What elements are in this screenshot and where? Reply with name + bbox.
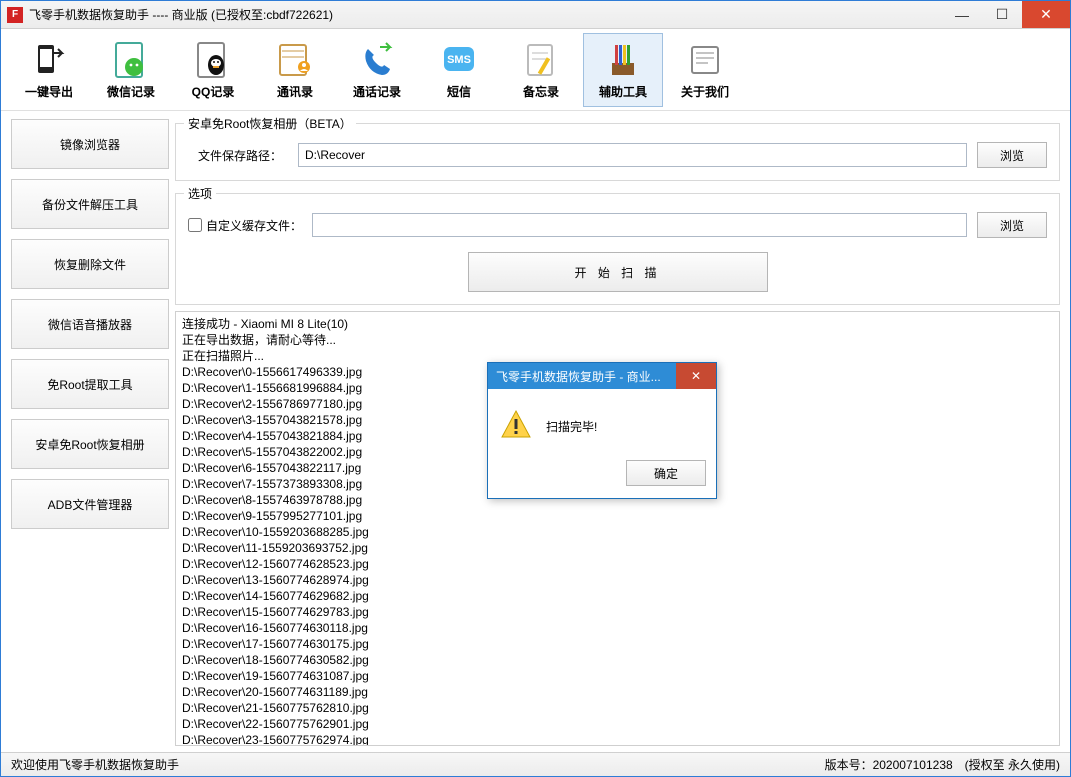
- tool-about-icon: [684, 39, 726, 81]
- tool-contacts[interactable]: 通讯录: [255, 33, 335, 107]
- sidebar-item-3[interactable]: 微信语音播放器: [11, 299, 169, 349]
- group-options: 选项 自定义缓存文件： 浏览 开 始 扫 描: [175, 193, 1060, 305]
- tool-label: 一键导出: [25, 83, 73, 100]
- maximize-button[interactable]: ☐: [982, 1, 1022, 28]
- tool-memo-icon: [520, 39, 562, 81]
- tool-qq[interactable]: QQ记录: [173, 33, 253, 107]
- group-recover-album: 安卓免Root恢复相册（BETA） 文件保存路径： 浏览: [175, 123, 1060, 181]
- tool-qq-icon: [192, 39, 234, 81]
- tool-wechat[interactable]: 微信记录: [91, 33, 171, 107]
- sidebar: 镜像浏览器备份文件解压工具恢复删除文件微信语音播放器免Root提取工具安卓免Ro…: [11, 117, 169, 746]
- tool-sms-icon: SMS: [438, 39, 480, 81]
- warning-icon: [500, 409, 532, 444]
- tool-label: 短信: [447, 83, 471, 100]
- status-license: (授权至 永久使用): [965, 756, 1060, 773]
- tool-label: 备忘录: [523, 83, 559, 100]
- sidebar-item-0[interactable]: 镜像浏览器: [11, 119, 169, 169]
- svg-text:SMS: SMS: [447, 54, 471, 66]
- options-title: 选项: [184, 185, 216, 202]
- main-toolbar: 一键导出 微信记录 QQ记录 通讯录 通话记录 SMS 短信 备忘录 辅助工具 关于我们: [1, 29, 1070, 111]
- tool-about[interactable]: 关于我们: [665, 33, 745, 107]
- tool-export-icon: [28, 39, 70, 81]
- cache-label: 自定义缓存文件：: [206, 217, 302, 234]
- custom-cache-check[interactable]: [188, 218, 202, 232]
- tool-calllog-icon: [356, 39, 398, 81]
- dialog-ok-button[interactable]: 确定: [626, 460, 706, 486]
- tool-assist-icon: [602, 39, 644, 81]
- tool-assist[interactable]: 辅助工具: [583, 33, 663, 107]
- sidebar-item-1[interactable]: 备份文件解压工具: [11, 179, 169, 229]
- tool-label: 通讯录: [277, 83, 313, 100]
- statusbar: 欢迎使用飞零手机数据恢复助手 版本号：202007101238 (授权至 永久使…: [1, 752, 1070, 776]
- path-label: 文件保存路径：: [188, 147, 288, 164]
- start-scan-button[interactable]: 开 始 扫 描: [468, 252, 768, 292]
- sidebar-item-5[interactable]: 安卓免Root恢复相册: [11, 419, 169, 469]
- dialog-title-text: 飞零手机数据恢复助手 - 商业...: [496, 368, 661, 385]
- app-icon: F: [7, 7, 23, 23]
- tool-contacts-icon: [274, 39, 316, 81]
- tool-label: QQ记录: [192, 83, 235, 100]
- sidebar-item-6[interactable]: ADB文件管理器: [11, 479, 169, 529]
- tool-calllog[interactable]: 通话记录: [337, 33, 417, 107]
- browse-path-button[interactable]: 浏览: [977, 142, 1047, 168]
- close-button[interactable]: ✕: [1022, 1, 1070, 28]
- custom-cache-checkbox[interactable]: 自定义缓存文件：: [188, 217, 302, 234]
- cache-path-input[interactable]: [312, 213, 967, 237]
- status-left: 欢迎使用飞零手机数据恢复助手: [11, 756, 179, 773]
- tool-memo[interactable]: 备忘录: [501, 33, 581, 107]
- dialog-close-button[interactable]: ✕: [676, 363, 716, 389]
- tool-label: 辅助工具: [599, 83, 647, 100]
- tool-label: 微信记录: [107, 83, 155, 100]
- status-version: 版本号：202007101238: [825, 756, 953, 773]
- sidebar-item-2[interactable]: 恢复删除文件: [11, 239, 169, 289]
- dialog-message: 扫描完毕!: [546, 418, 597, 435]
- minimize-button[interactable]: —: [942, 1, 982, 28]
- tool-wechat-icon: [110, 39, 152, 81]
- sidebar-item-4[interactable]: 免Root提取工具: [11, 359, 169, 409]
- tool-label: 关于我们: [681, 83, 729, 100]
- browse-cache-button[interactable]: 浏览: [977, 212, 1047, 238]
- group-title: 安卓免Root恢复相册（BETA）: [184, 115, 356, 132]
- titlebar: F 飞零手机数据恢复助手 ---- 商业版 (已授权至:cbdf722621) …: [1, 1, 1070, 29]
- dialog-titlebar: 飞零手机数据恢复助手 - 商业... ✕: [488, 363, 716, 389]
- scan-complete-dialog: 飞零手机数据恢复助手 - 商业... ✕ 扫描完毕! 确定: [487, 362, 717, 499]
- window-title: 飞零手机数据恢复助手 ---- 商业版 (已授权至:cbdf722621): [29, 6, 942, 23]
- tool-export[interactable]: 一键导出: [9, 33, 89, 107]
- save-path-input[interactable]: [298, 143, 967, 167]
- tool-sms[interactable]: SMS 短信: [419, 33, 499, 107]
- tool-label: 通话记录: [353, 83, 401, 100]
